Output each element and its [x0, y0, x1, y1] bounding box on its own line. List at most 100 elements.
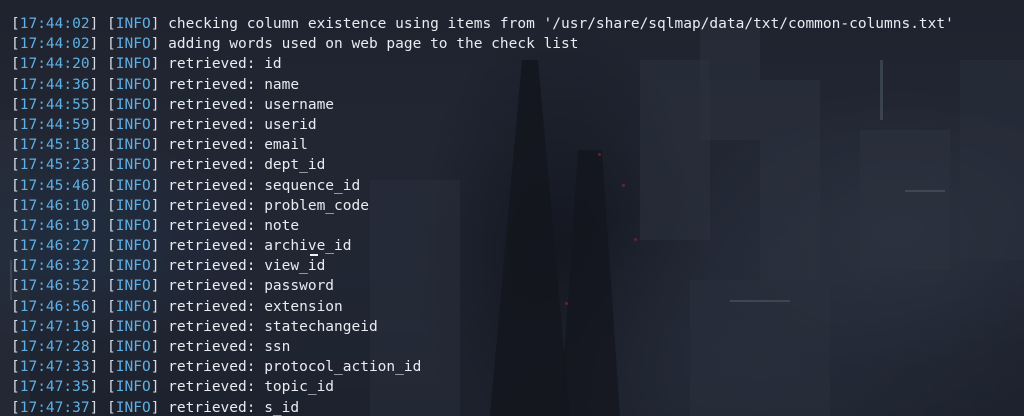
close-bracket: ]: [150, 217, 160, 234]
open-bracket: [: [107, 116, 116, 133]
log-message: retrieved: extension: [168, 298, 343, 315]
log-line: [17:47:37] [INFO] retrieved: s_id: [11, 398, 954, 416]
open-bracket: [: [107, 217, 116, 234]
log-line: [17:44:20] [INFO] retrieved: id: [11, 54, 954, 74]
log-message: retrieved: s_id: [168, 399, 300, 416]
log-level: INFO: [115, 399, 151, 416]
log-message: adding words used on web page to the che…: [168, 36, 579, 53]
close-bracket: ]: [150, 96, 160, 113]
log-timestamp: 17:46:19: [19, 217, 90, 234]
open-bracket: [: [11, 399, 20, 416]
log-message: retrieved: protocol_action_id: [168, 359, 422, 376]
log-level: INFO: [115, 76, 151, 93]
open-bracket: [: [107, 56, 116, 73]
log-line: [17:44:59] [INFO] retrieved: userid: [11, 115, 954, 135]
close-bracket: ]: [89, 399, 99, 416]
open-bracket: [: [11, 56, 20, 73]
log-message: retrieved: sequence_id: [168, 177, 361, 194]
open-bracket: [: [11, 16, 20, 32]
open-bracket: [: [107, 96, 116, 113]
log-message: retrieved: note: [168, 217, 300, 234]
close-bracket: ]: [150, 298, 160, 315]
log-level: INFO: [115, 217, 151, 234]
close-bracket: ]: [150, 399, 160, 416]
open-bracket: [: [11, 217, 20, 234]
log-level: INFO: [115, 258, 151, 275]
log-timestamp: 17:44:20: [19, 56, 90, 73]
log-line: [17:44:02] [INFO] adding words used on w…: [11, 34, 954, 54]
close-bracket: ]: [89, 298, 99, 315]
log-message: retrieved: topic_id: [168, 379, 335, 396]
log-message: retrieved: email: [168, 137, 308, 154]
log-line: [17:45:18] [INFO] retrieved: email: [11, 135, 954, 155]
log-level: INFO: [115, 137, 151, 154]
close-bracket: ]: [150, 56, 160, 73]
close-bracket: ]: [150, 238, 160, 255]
log-level: INFO: [115, 56, 151, 73]
log-level: INFO: [115, 16, 151, 32]
close-bracket: ]: [150, 177, 160, 194]
open-bracket: [: [11, 116, 20, 133]
open-bracket: [: [107, 177, 116, 194]
close-bracket: ]: [89, 278, 99, 295]
log-level: INFO: [115, 238, 151, 255]
log-message: retrieved: archive_id: [168, 238, 352, 255]
terminal-output: [17:44:02] [INFO] checking column existe…: [11, 14, 954, 416]
open-bracket: [: [11, 298, 20, 315]
log-message: retrieved: statechangeid: [168, 318, 378, 335]
text-cursor: [310, 254, 318, 256]
close-bracket: ]: [89, 96, 99, 113]
open-bracket: [: [107, 137, 116, 154]
open-bracket: [: [107, 16, 116, 32]
log-timestamp: 17:47:35: [19, 379, 90, 396]
open-bracket: [: [11, 339, 20, 355]
log-timestamp: 17:47:37: [19, 399, 90, 416]
close-bracket: ]: [150, 318, 160, 335]
log-timestamp: 17:46:10: [19, 197, 90, 214]
close-bracket: ]: [150, 36, 160, 53]
open-bracket: [: [107, 36, 116, 53]
terminal-window[interactable]: [17:44:02] [INFO] checking column existe…: [0, 0, 1024, 416]
open-bracket: [: [107, 76, 116, 93]
log-line: [17:47:33] [INFO] retrieved: protocol_ac…: [11, 357, 954, 377]
log-level: INFO: [115, 298, 151, 315]
log-message: retrieved: view_id: [168, 258, 326, 275]
close-bracket: ]: [150, 197, 160, 214]
log-line: [17:45:46] [INFO] retrieved: sequence_id: [11, 176, 954, 196]
log-level: INFO: [115, 197, 151, 214]
close-bracket: ]: [150, 359, 160, 376]
log-line: [17:44:02] [INFO] checking column existe…: [11, 14, 954, 34]
open-bracket: [: [11, 258, 20, 275]
log-level: INFO: [115, 339, 151, 355]
close-bracket: ]: [89, 137, 99, 154]
open-bracket: [: [11, 36, 20, 53]
log-line: [17:46:19] [INFO] retrieved: note: [11, 216, 954, 236]
open-bracket: [: [107, 359, 116, 376]
open-bracket: [: [11, 96, 20, 113]
log-message: retrieved: problem_code: [168, 197, 369, 214]
close-bracket: ]: [150, 116, 160, 133]
close-bracket: ]: [89, 16, 99, 32]
log-line: [17:46:10] [INFO] retrieved: problem_cod…: [11, 196, 954, 216]
log-timestamp: 17:44:55: [19, 96, 90, 113]
log-level: INFO: [115, 36, 151, 53]
close-bracket: ]: [89, 217, 99, 234]
log-message: retrieved: id: [168, 56, 282, 73]
log-message: retrieved: username: [168, 96, 335, 113]
open-bracket: [: [11, 359, 20, 376]
log-timestamp: 17:44:02: [19, 16, 90, 32]
log-level: INFO: [115, 96, 151, 113]
log-timestamp: 17:47:33: [19, 359, 90, 376]
open-bracket: [: [107, 157, 116, 174]
log-line: [17:46:32] [INFO] retrieved: view_id: [11, 256, 954, 276]
close-bracket: ]: [150, 137, 160, 154]
open-bracket: [: [11, 197, 20, 214]
close-bracket: ]: [150, 278, 160, 295]
open-bracket: [: [11, 238, 20, 255]
log-level: INFO: [115, 359, 151, 376]
log-message: checking column existence using items fr…: [168, 16, 954, 32]
open-bracket: [: [11, 278, 20, 295]
open-bracket: [: [107, 318, 116, 335]
log-line: [17:46:56] [INFO] retrieved: extension: [11, 297, 954, 317]
log-line: [17:46:52] [INFO] retrieved: password: [11, 276, 954, 296]
